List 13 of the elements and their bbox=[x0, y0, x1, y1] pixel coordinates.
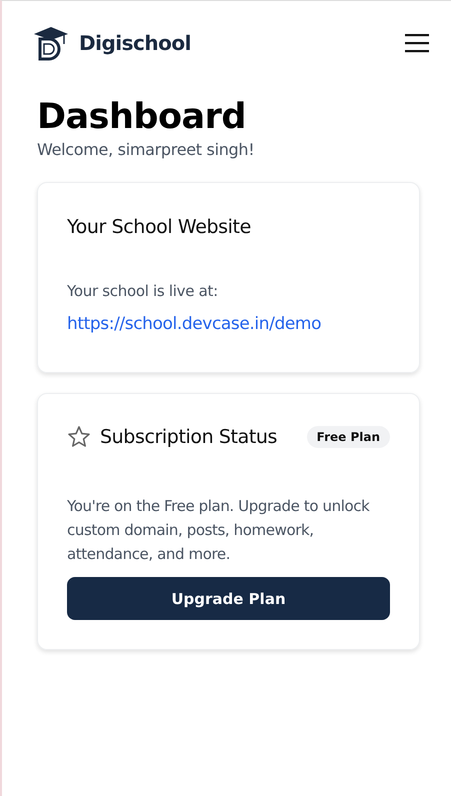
brand-name: Digischool bbox=[79, 31, 191, 55]
welcome-text: Welcome, simarpreet singh! bbox=[37, 140, 256, 159]
card-title: Your School Website bbox=[67, 216, 252, 238]
plan-badge: Free Plan bbox=[306, 426, 390, 448]
star-icon bbox=[67, 425, 91, 449]
page-title: Dashboard bbox=[37, 96, 247, 138]
live-label: Your school is live at: bbox=[67, 282, 219, 300]
logo-icon bbox=[33, 25, 69, 61]
menu-icon[interactable] bbox=[405, 33, 429, 53]
upgrade-description: You're on the Free plan. Upgrade to unlock custom domain, posts, homework, attendance, and more. bbox=[67, 496, 370, 565]
school-link[interactable]: https://school.devcase.in/demo bbox=[67, 314, 390, 334]
card-title: Subscription Status bbox=[100, 426, 278, 448]
upgrade-button[interactable]: Upgrade Plan bbox=[67, 577, 390, 620]
